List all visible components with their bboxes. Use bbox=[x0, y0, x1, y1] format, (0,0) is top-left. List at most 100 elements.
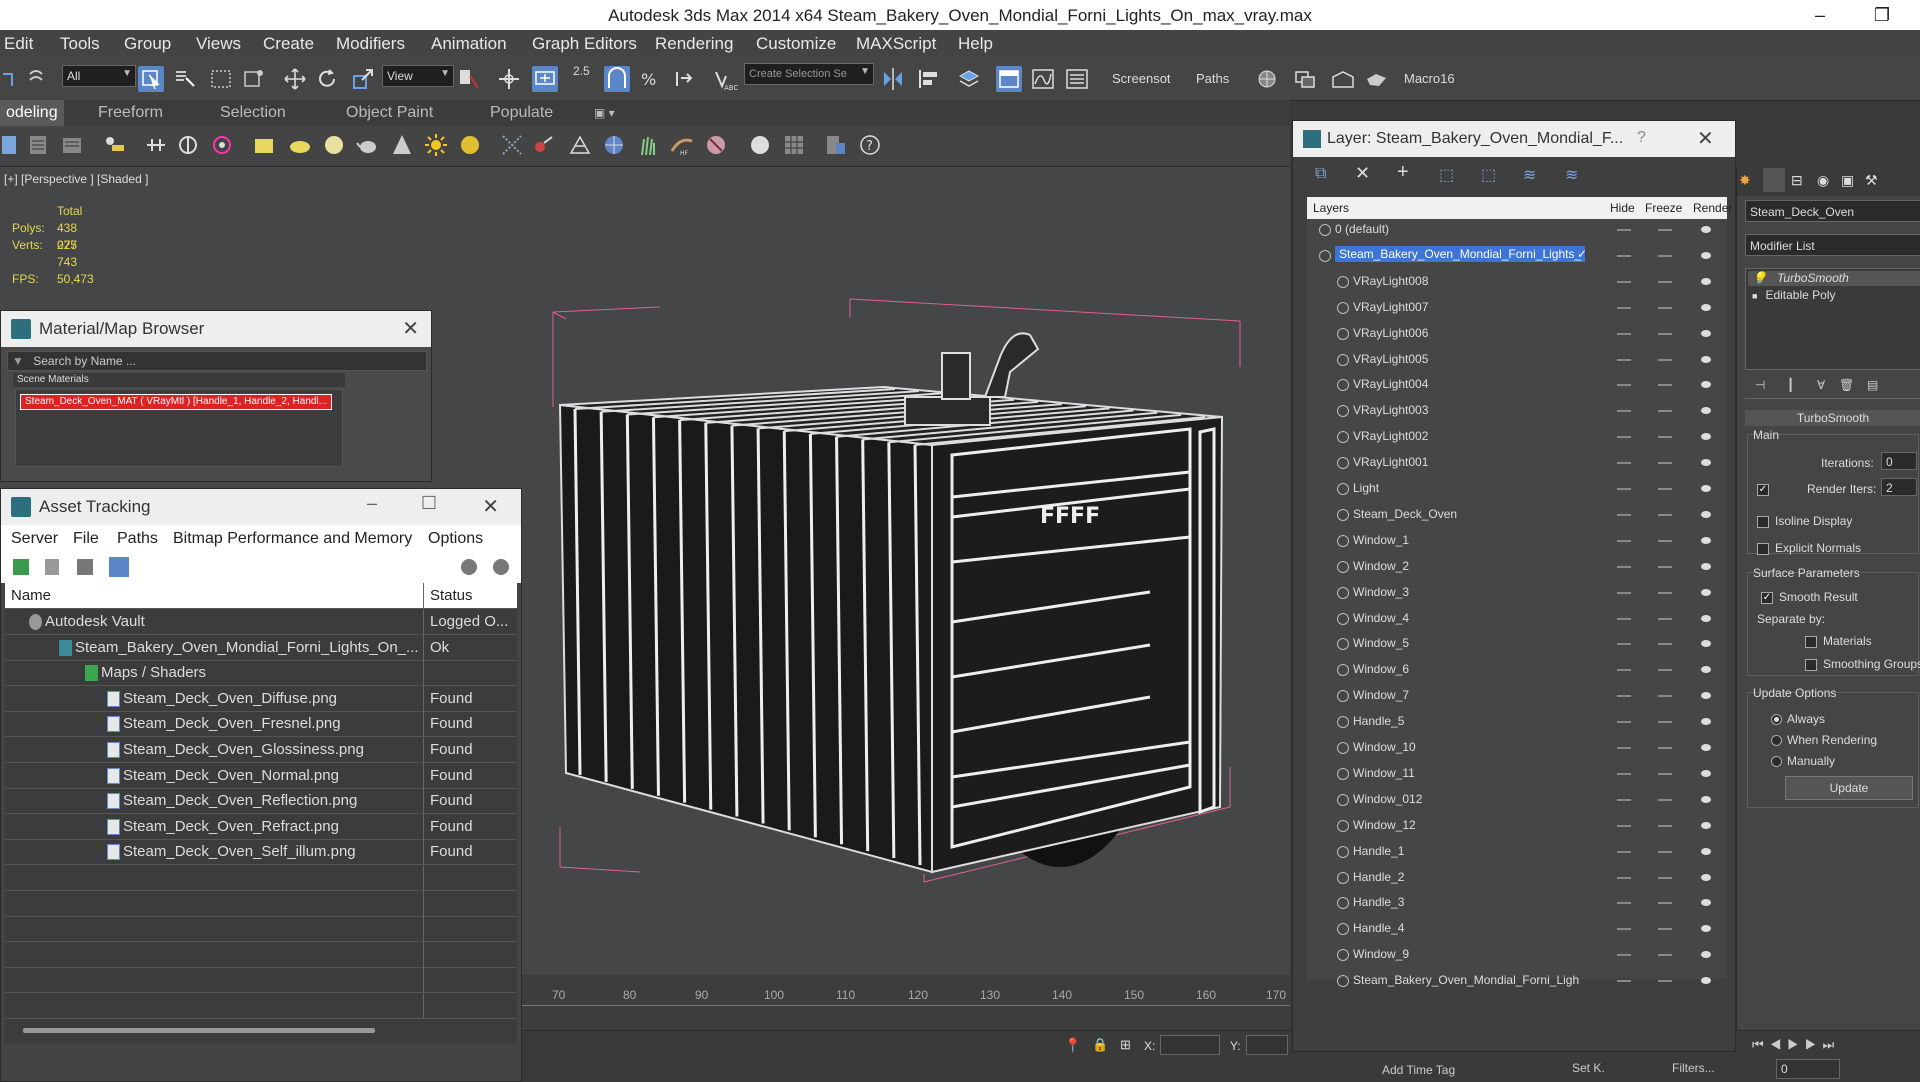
menu-views[interactable]: Views bbox=[196, 34, 241, 54]
manually-radio[interactable] bbox=[1771, 756, 1782, 767]
layer-row[interactable]: Window_9 bbox=[1307, 942, 1727, 967]
render-teapot-icon[interactable] bbox=[1701, 795, 1711, 803]
table-row[interactable]: Autodesk Vault Logged O... bbox=[5, 609, 517, 635]
hide-toggle[interactable] bbox=[1617, 436, 1631, 439]
lock-selection-icon[interactable]: 🔒 bbox=[1092, 1037, 1108, 1053]
layer-row[interactable]: Window_1 bbox=[1307, 528, 1727, 553]
layer-row[interactable]: VRayLight001 bbox=[1307, 450, 1727, 475]
close-icon[interactable]: ✕ bbox=[482, 494, 499, 519]
table-row[interactable] bbox=[5, 916, 517, 943]
column-freeze[interactable]: Freeze bbox=[1645, 201, 1682, 215]
edit-named-selection-icon[interactable]: ABC bbox=[712, 66, 738, 92]
freeze-toggle[interactable] bbox=[1658, 539, 1672, 542]
timeline-ruler[interactable]: 70 80 90 100 110 120 130 140 150 160 170 bbox=[522, 975, 1290, 1030]
select-and-manipulate-icon[interactable] bbox=[496, 66, 522, 92]
material-sphere-icon[interactable] bbox=[748, 133, 772, 157]
keyboard-shortcut-override-icon[interactable] bbox=[532, 66, 558, 92]
select-and-move-icon[interactable] bbox=[282, 66, 308, 92]
light-bulb-icon[interactable]: 💡 bbox=[1748, 271, 1767, 285]
render-teapot-icon[interactable] bbox=[1701, 355, 1711, 363]
menu-maxscript[interactable]: MAXScript bbox=[856, 34, 936, 54]
hide-toggle[interactable] bbox=[1617, 254, 1631, 257]
render-teapot-icon[interactable] bbox=[1701, 769, 1711, 777]
playback-controls[interactable]: ⏮◀▶▶⏭ bbox=[1752, 1037, 1840, 1053]
restore-button[interactable]: ❐ bbox=[1862, 2, 1902, 28]
macro16-button[interactable]: Macro16 bbox=[1404, 71, 1455, 86]
freeze-toggle[interactable] bbox=[1658, 332, 1672, 335]
paths-macro-button[interactable]: Paths bbox=[1196, 71, 1229, 86]
hide-toggle[interactable] bbox=[1617, 229, 1631, 231]
layer-row[interactable]: VRayLight007 bbox=[1307, 295, 1727, 320]
delete-layer-icon[interactable]: ✕ bbox=[1355, 163, 1370, 184]
select-objects-icon[interactable]: ⬚ bbox=[1439, 165, 1454, 185]
spinner-snap-icon[interactable] bbox=[672, 66, 698, 92]
configure-sets-icon[interactable]: ▤ bbox=[1867, 378, 1878, 392]
menu-options[interactable]: Options bbox=[428, 530, 483, 548]
hide-toggle[interactable] bbox=[1617, 410, 1631, 413]
curve-editor-icon[interactable] bbox=[1030, 66, 1056, 92]
graphite-ribbon-icon[interactable] bbox=[996, 66, 1022, 92]
turbosmooth-rollout-header[interactable]: TurboSmooth bbox=[1745, 410, 1920, 426]
render-teapot-icon[interactable] bbox=[1701, 562, 1711, 570]
freeze-toggle[interactable] bbox=[1658, 358, 1672, 361]
table-row[interactable]: Steam_Deck_Oven_Reflection.png Found bbox=[5, 788, 517, 815]
ribbon-options-icon[interactable]: ▣ ▾ bbox=[594, 106, 615, 120]
when-rendering-radio[interactable] bbox=[1771, 735, 1782, 746]
vray-fur-icon[interactable] bbox=[636, 133, 660, 157]
create-tab-icon[interactable]: ✸ bbox=[1739, 172, 1751, 189]
align-icon[interactable] bbox=[916, 66, 942, 92]
vray-proxy-icon[interactable] bbox=[704, 133, 728, 157]
freeze-toggle[interactable] bbox=[1658, 824, 1672, 827]
select-object-icon[interactable] bbox=[138, 66, 164, 92]
sphere-primitive-icon[interactable] bbox=[322, 133, 346, 157]
help-icon[interactable] bbox=[493, 559, 509, 575]
screenshot-macro-button[interactable]: Screensot bbox=[1112, 71, 1171, 86]
table-row[interactable]: Steam_Deck_Oven_Self_illum.png Found bbox=[5, 839, 517, 866]
modify-tab-icon[interactable] bbox=[1763, 168, 1785, 192]
hide-toggle[interactable] bbox=[1617, 798, 1631, 801]
menu-graph-editors[interactable]: Graph Editors bbox=[532, 34, 637, 54]
update-button[interactable]: Update bbox=[1785, 776, 1913, 800]
window-crossing-icon[interactable] bbox=[240, 66, 266, 92]
layer-row[interactable]: VRayLight008 bbox=[1307, 269, 1727, 294]
spacewarp-icon[interactable] bbox=[532, 133, 556, 157]
menu-edit[interactable]: Edit bbox=[4, 34, 33, 54]
freeze-toggle[interactable] bbox=[1658, 721, 1672, 724]
render-teapot-icon[interactable] bbox=[1701, 666, 1711, 674]
select-and-link-icon[interactable] bbox=[26, 66, 52, 92]
x-coordinate-field[interactable] bbox=[1160, 1035, 1220, 1055]
layer-row[interactable]: Handle_2 bbox=[1307, 865, 1727, 890]
freeze-toggle[interactable] bbox=[1658, 565, 1672, 568]
render-teapot-icon[interactable] bbox=[1701, 821, 1711, 829]
column-hide[interactable]: Hide bbox=[1610, 201, 1635, 215]
table-row[interactable] bbox=[5, 941, 517, 968]
make-unique-icon[interactable]: ∀ bbox=[1817, 378, 1825, 392]
display-tab-icon[interactable]: ▣ bbox=[1841, 172, 1854, 189]
table-row[interactable]: Maps / Shaders bbox=[5, 660, 517, 687]
freeze-toggle[interactable] bbox=[1658, 306, 1672, 309]
tab-populate[interactable]: Populate bbox=[490, 104, 553, 122]
layer-row[interactable]: Window_4 bbox=[1307, 606, 1727, 631]
freeze-toggle[interactable] bbox=[1658, 798, 1672, 801]
layer-row[interactable]: Window_3 bbox=[1307, 580, 1727, 605]
render-teapot-icon[interactable] bbox=[1701, 381, 1711, 389]
remove-modifier-icon[interactable]: 🗑 bbox=[1839, 378, 1854, 392]
layer-row[interactable]: Handle_4 bbox=[1307, 916, 1727, 941]
smooth-result-checkbox[interactable]: ✓ bbox=[1761, 592, 1773, 604]
render-teapot-icon[interactable] bbox=[1701, 718, 1711, 726]
help-icon[interactable]: ? bbox=[858, 133, 882, 157]
current-layer-check-icon[interactable]: ✓ bbox=[1573, 246, 1591, 262]
object-name-field[interactable]: Steam_Deck_Oven bbox=[1745, 200, 1920, 222]
render-elements-icon[interactable] bbox=[824, 133, 848, 157]
cone-primitive-icon[interactable] bbox=[288, 133, 312, 157]
menu-group[interactable]: Group bbox=[124, 34, 171, 54]
render-teapot-icon[interactable] bbox=[1701, 329, 1711, 337]
tab-selection[interactable]: Selection bbox=[220, 104, 286, 122]
hide-all-icon[interactable]: ≋ bbox=[1523, 165, 1536, 185]
tab-object-paint[interactable]: Object Paint bbox=[346, 104, 433, 122]
table-row[interactable]: Steam_Bakery_Oven_Mondial_Forni_Lights_O… bbox=[5, 634, 517, 661]
hide-toggle[interactable] bbox=[1617, 306, 1631, 309]
highlight-layer-icon[interactable]: ⬚ bbox=[1481, 165, 1496, 185]
create-layer-icon[interactable]: ⧉ bbox=[1315, 165, 1326, 183]
hierarchy-tab-icon[interactable]: ⊟ bbox=[1791, 172, 1803, 189]
